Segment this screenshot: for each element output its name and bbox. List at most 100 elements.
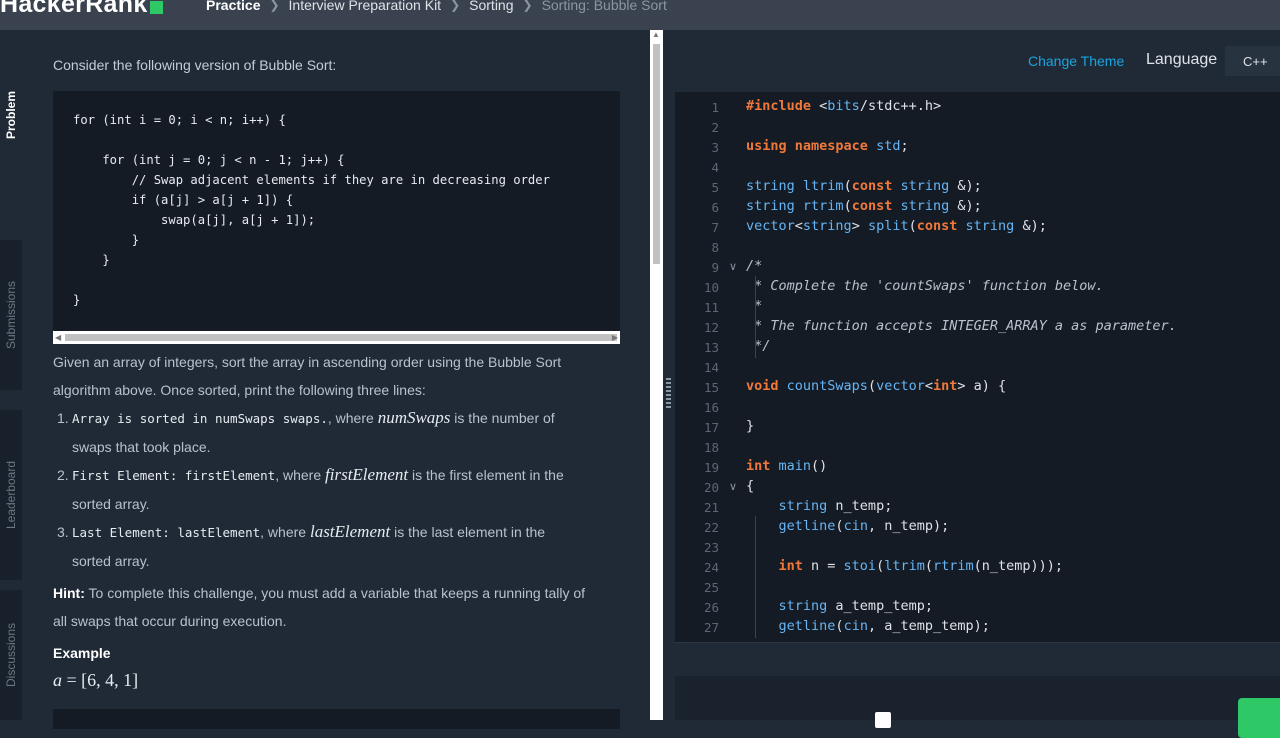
list-text: , where [275,467,326,483]
chevron-right-icon: ❯ [522,0,533,12]
problem-description: Given an array of integers, sort the arr… [53,348,623,404]
line-number: 15 [703,380,719,395]
list-text: sorted array. [72,553,150,569]
code-line[interactable]: /* [746,258,762,274]
line-number: 11 [703,300,719,315]
example-variable: a [53,670,62,690]
language-select[interactable]: C++ [1225,46,1280,76]
scrollbar-thumb[interactable] [653,44,660,264]
example-code-block [53,709,620,729]
code-line[interactable]: #include <bits/stdc++.h> [746,98,941,114]
code-line[interactable]: */ [746,338,770,354]
breadcrumb-sorting[interactable]: Sorting [469,0,513,13]
list-number: 3. [57,524,69,540]
line-number: 9 [711,260,719,275]
line-number: 14 [703,360,719,375]
code-line[interactable]: string n_temp; [746,498,893,514]
line-number: 25 [703,580,719,595]
line-number: 3 [711,140,719,155]
line-number: 19 [703,460,719,475]
logo-text: HackerRank [0,0,148,18]
breadcrumb-interview-kit[interactable]: Interview Preparation Kit [289,0,442,13]
breadcrumb-practice[interactable]: Practice [206,0,260,13]
code-line[interactable]: getline(cin, n_temp); [746,518,950,534]
breadcrumb: Practice ❯ Interview Preparation Kit ❯ S… [206,0,667,13]
code-line[interactable]: string ltrim(const string &); [746,178,982,194]
line-number: 6 [711,200,719,215]
code-line[interactable]: int n = stoi(ltrim(rtrim(n_temp))); [746,558,1064,574]
line-number: 16 [703,400,719,415]
bubble-sort-code-block: for (int i = 0; i < n; i++) { for (int j… [53,91,620,331]
example-heading: Example [53,645,111,661]
side-tabs: Problem Submissions Leaderboard Discussi… [0,30,22,720]
tab-problem-label: Problem [4,90,19,140]
code-line[interactable]: } [746,418,754,434]
hint-line-1: To complete this challenge, you must add… [84,585,586,601]
line-number: 27 [703,620,719,635]
tab-problem[interactable]: Problem [0,70,22,160]
line-number: 12 [703,320,719,335]
tab-leaderboard[interactable]: Leaderboard [0,410,22,580]
list-number: 1. [57,410,69,426]
change-theme-link[interactable]: Change Theme [1028,53,1124,69]
scroll-right-icon[interactable]: ▶ [612,333,618,342]
fold-chevron-icon[interactable]: ∨ [729,480,737,493]
line-number: 24 [703,560,719,575]
code-line[interactable]: vector<string> split(const string &); [746,218,1047,234]
top-navigation-bar: HackerRank Practice ❯ Interview Preparat… [0,0,1280,30]
panel-divider[interactable] [663,30,675,720]
problem-vertical-scrollbar[interactable]: ▲ [650,30,663,720]
problem-intro: Consider the following version of Bubble… [53,57,337,73]
code-line[interactable]: * The function accepts INTEGER_ARRAY a a… [746,318,1177,334]
code-line[interactable]: * Complete the 'countSwaps' function bel… [746,278,1104,294]
fold-chevron-icon[interactable]: ∨ [729,260,737,273]
example-value: = [6, 4, 1] [62,670,139,690]
code-line[interactable]: int main() [746,458,827,474]
list-number: 2. [57,467,69,483]
resize-grip-icon[interactable] [666,378,671,408]
scrollbar-thumb[interactable] [65,334,617,341]
line-number: 10 [703,280,719,295]
math-variable: lastElement [309,522,391,541]
line-number: 23 [703,540,719,555]
editor-header: Change Theme Language C++ [675,30,1280,92]
list-text: is the last element in the [390,524,546,540]
line-number: 20 [703,480,719,495]
code-line[interactable]: using namespace std; [746,138,909,154]
run-code-button[interactable] [1238,698,1280,738]
list-text: sorted array. [72,496,150,512]
problem-panel: Consider the following version of Bubble… [22,30,650,729]
code-line[interactable]: void countSwaps(vector<int> a) { [746,378,1006,394]
line-number: 5 [711,180,719,195]
list-text: swaps that took place. [72,439,211,455]
code-line[interactable]: string rtrim(const string &); [746,198,982,214]
hackerrank-logo[interactable]: HackerRank [0,0,163,19]
horizontal-scrollbar[interactable]: ◀ ▶ [53,331,620,344]
list-text: is the number of [450,410,555,426]
line-number: 22 [703,520,719,535]
output-format-code: Array is sorted in numSwaps swaps. [72,411,328,426]
code-editor[interactable]: 1 #include <bits/stdc++.h> 2 3 using namespa… [675,92,1280,642]
line-number: 17 [703,420,719,435]
line-number: 7 [711,220,719,235]
tab-discussions[interactable]: Discussions [0,590,22,720]
indent-guide [755,276,756,358]
line-number: 1 [711,100,719,115]
editor-footer [675,642,1280,676]
logo-square-icon [149,1,163,14]
test-against-custom-input-checkbox[interactable] [875,712,891,728]
scroll-left-icon[interactable]: ◀ [55,333,61,342]
math-variable: firstElement [325,465,409,484]
code-line[interactable]: getline(cin, a_temp_temp); [746,618,990,634]
code-block-text: for (int i = 0; i < n; i++) { for (int j… [73,113,550,307]
example-equation: a = [6, 4, 1] [53,670,138,691]
code-line[interactable]: string a_temp_temp; [746,598,933,614]
code-line[interactable]: { [746,478,754,494]
output-format-code: First Element: firstElement [72,468,276,483]
line-number: 2 [711,120,719,135]
tab-submissions[interactable]: Submissions [0,240,22,390]
scroll-up-icon[interactable]: ▲ [652,30,660,39]
line-number: 4 [711,160,719,175]
math-variable: numSwaps [377,408,451,427]
chevron-right-icon: ❯ [269,0,280,12]
